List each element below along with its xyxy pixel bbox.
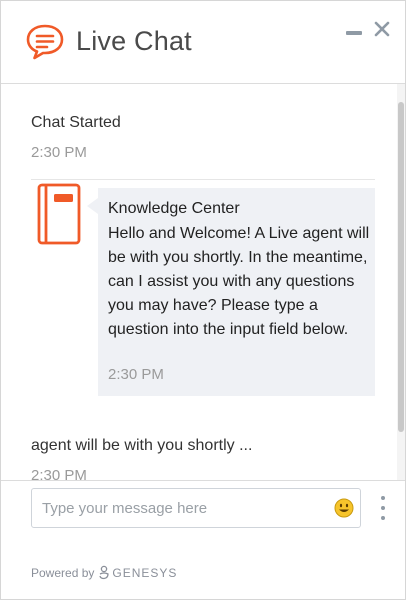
scrollbar-thumb[interactable] (398, 102, 404, 432)
message-bubble-tail (87, 198, 98, 214)
genesys-brand[interactable]: GENESYS (112, 566, 177, 580)
powered-by-label: Powered by (31, 565, 95, 580)
chat-header: Live Chat (1, 1, 405, 84)
message-timestamp: 2:30 PM (108, 366, 164, 383)
transcript-scrollbar[interactable] (397, 84, 405, 480)
minimize-button[interactable] (346, 31, 362, 35)
smiley-icon[interactable] (334, 498, 354, 518)
system-message-agent-waiting: agent will be with you shortly ... (31, 437, 253, 454)
chat-title: Live Chat (76, 26, 192, 56)
chat-footer: Powered by GENESYS (1, 480, 405, 599)
chat-window: Live Chat Chat Started 2:30 PM Knowledge… (0, 0, 406, 600)
close-button[interactable] (374, 21, 390, 37)
agent-message-bubble: Knowledge Center Hello and Welcome! A Li… (98, 188, 375, 396)
message-input[interactable] (32, 489, 332, 527)
speech-bubble-icon (26, 24, 64, 60)
message-divider (31, 179, 375, 180)
message-sender: Knowledge Center (108, 200, 240, 217)
system-message-chat-started: Chat Started (31, 114, 121, 131)
book-icon (37, 183, 81, 245)
system-message-timestamp: 2:30 PM (31, 144, 87, 161)
message-text: Hello and Welcome! A Live agent will be … (108, 225, 370, 338)
message-input-container (31, 488, 361, 528)
powered-by: Powered by GENESYS (31, 565, 177, 580)
more-vertical-icon[interactable] (379, 496, 387, 520)
system-message-timestamp-2: 2:30 PM (31, 467, 87, 480)
chat-transcript[interactable]: Chat Started 2:30 PM Knowledge Center He… (1, 84, 397, 480)
genesys-logo-icon (99, 565, 110, 580)
